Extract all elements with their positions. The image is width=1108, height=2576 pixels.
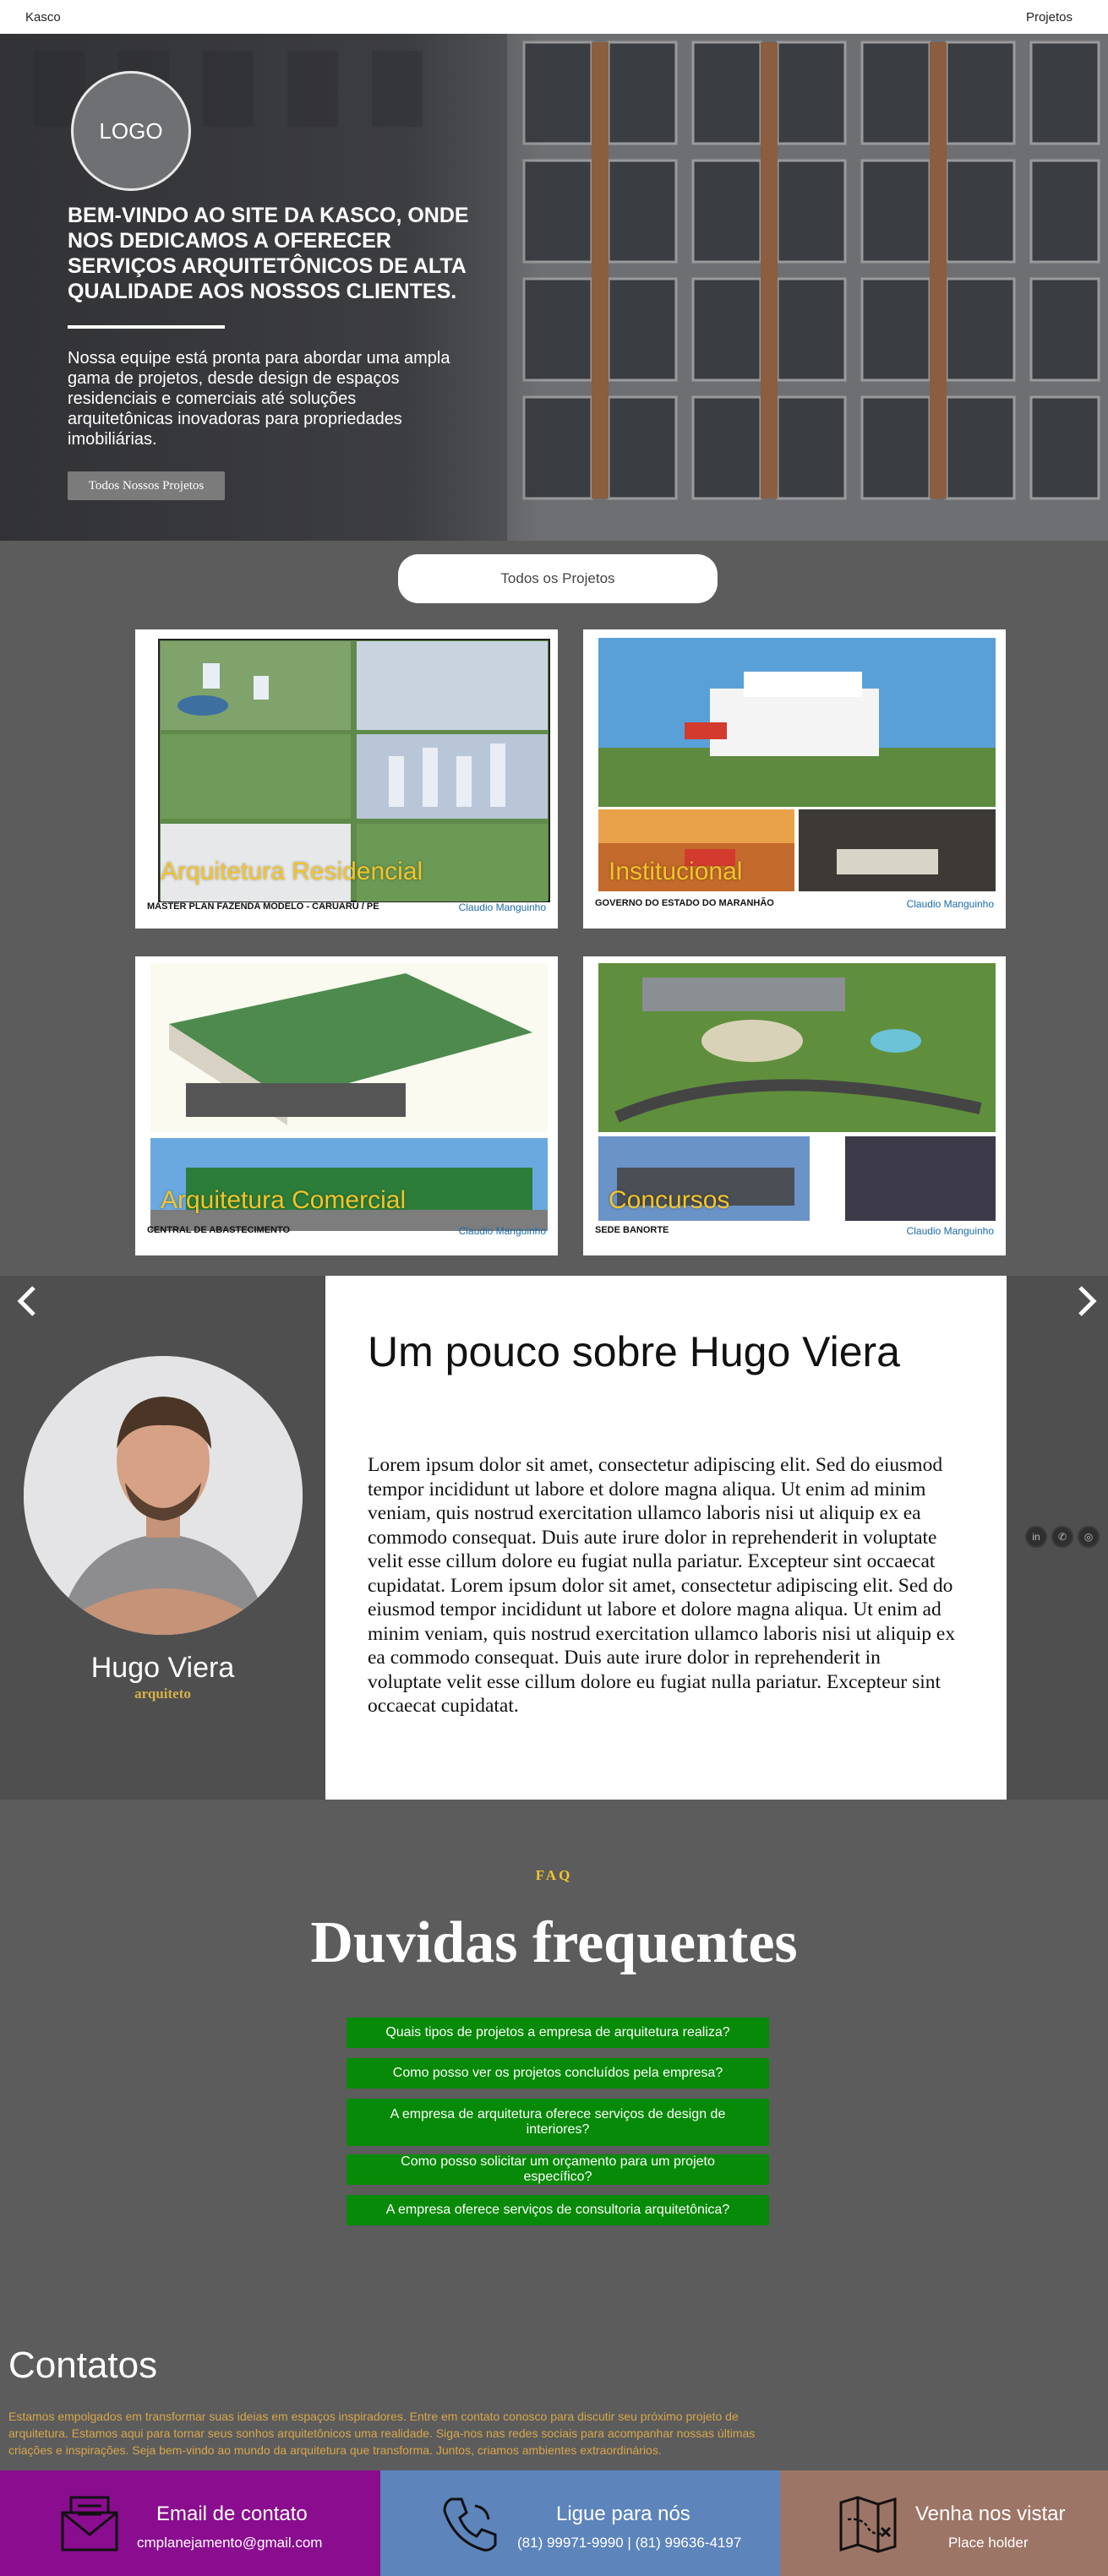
top-nav: Kasco Projetos [0,0,1108,34]
avatar [24,1356,303,1635]
envelope-icon [61,2496,118,2551]
project-caption: SEDE BANORTE [595,1225,669,1235]
project-caption: GOVERNO DO ESTADO DO MARANHÃO [595,898,774,908]
project-card-institucional[interactable]: Institucional GOVERNO DO ESTADO DO MARAN… [583,629,1006,929]
faq-question[interactable]: A empresa de arquitetura oferece serviço… [347,2099,769,2146]
hero-text: Nossa equipe está pronta para abordar um… [68,349,450,449]
contacts-title: Contatos [8,2345,158,2386]
project-label: Arquitetura Residencial [161,858,423,885]
faq-question[interactable]: Quais tipos de projetos a empresa de arq… [347,2018,769,2048]
chevron-right-icon[interactable] [1072,1283,1102,1326]
contact-card-phone[interactable]: Ligue para nós (81) 99971-9990 | (81) 99… [380,2470,780,2576]
nav-projects-link[interactable]: Projetos [1026,10,1073,25]
about-content: Um pouco sobre Hugo Viera Lorem ipsum do… [325,1276,1007,1800]
contact-phone-title: Ligue para nós [556,2502,690,2525]
linkedin-icon[interactable]: in [1025,1526,1047,1548]
contact-email-title: Email de contato [156,2502,308,2525]
contact-card-visit[interactable]: Venha nos vistar Place holder [780,2470,1108,2576]
contact-visit-value: Place holder [948,2535,1029,2551]
about-body: Lorem ipsum dolor sit amet, consectetur … [368,1454,956,1717]
chevron-left-icon[interactable] [12,1283,42,1326]
project-brand: Claudio Manguinho [458,1225,546,1237]
hero-divider [68,325,225,329]
hero: LOGO BEM-VINDO AO SITE DA KASCO, ONDE NO… [0,34,1108,541]
contacts-text: Estamos empolgados em transformar suas i… [8,2410,756,2457]
project-label: Institucional [609,858,743,885]
contact-visit-title: Venha nos vistar [915,2502,1066,2525]
all-projects-button[interactable]: Todos os Projetos [398,554,718,603]
contact-card-email[interactable]: Email de contato cmplanejamento@gmail.co… [0,2470,380,2576]
person-name: Hugo Viera [90,1652,235,1684]
contact-email-value[interactable]: cmplanejamento@gmail.com [137,2535,322,2551]
project-brand: Claudio Manguinho [906,898,994,910]
all-projects-hero-button[interactable]: Todos Nossos Projetos [68,471,225,500]
project-card-comercial[interactable]: Arquitetura Comercial CENTRAL DE ABASTEC… [135,956,558,1255]
project-label: Concursos [609,1186,730,1214]
contact-phone-value[interactable]: (81) 99971-9990 | (81) 99636-4197 [517,2535,741,2551]
faq-question[interactable]: Como posso ver os projetos concluídos pe… [347,2058,769,2089]
instagram-icon[interactable]: ◎ [1078,1526,1100,1548]
person-role: arquiteto [134,1686,191,1702]
faq-title: Duvidas frequentes [310,1910,798,1975]
hero-title: BEM-VINDO AO SITE DA KASCO, ONDE NOS DED… [68,204,469,303]
whatsapp-icon[interactable]: ✆ [1051,1526,1073,1548]
project-caption: CENTRAL DE ABASTECIMENTO [147,1225,291,1235]
phone-icon [443,2497,497,2551]
faq-question[interactable]: Como posso solicitar um orçamento para u… [347,2154,769,2185]
project-card-residencial[interactable]: Arquitetura Residencial MASTER PLAN FAZE… [135,629,558,929]
project-brand: Claudio Manguinho [906,1225,994,1237]
faq-question[interactable]: A empresa oferece serviços de consultori… [347,2195,769,2225]
project-label: Arquitetura Comercial [161,1186,407,1214]
brand-link[interactable]: Kasco [25,10,61,25]
about-title: Um pouco sobre Hugo Viera [368,1328,900,1375]
map-icon [839,2496,897,2553]
faq-kicker: FAQ [535,1867,573,1883]
project-card-concursos[interactable]: Concursos SEDE BANORTE Claudio Manguinho [583,956,1006,1255]
project-brand: Claudio Manguinho [458,901,546,913]
logo[interactable]: LOGO [71,71,191,191]
project-caption: MASTER PLAN FAZENDA MODELO - CARUARU / P… [147,901,379,912]
